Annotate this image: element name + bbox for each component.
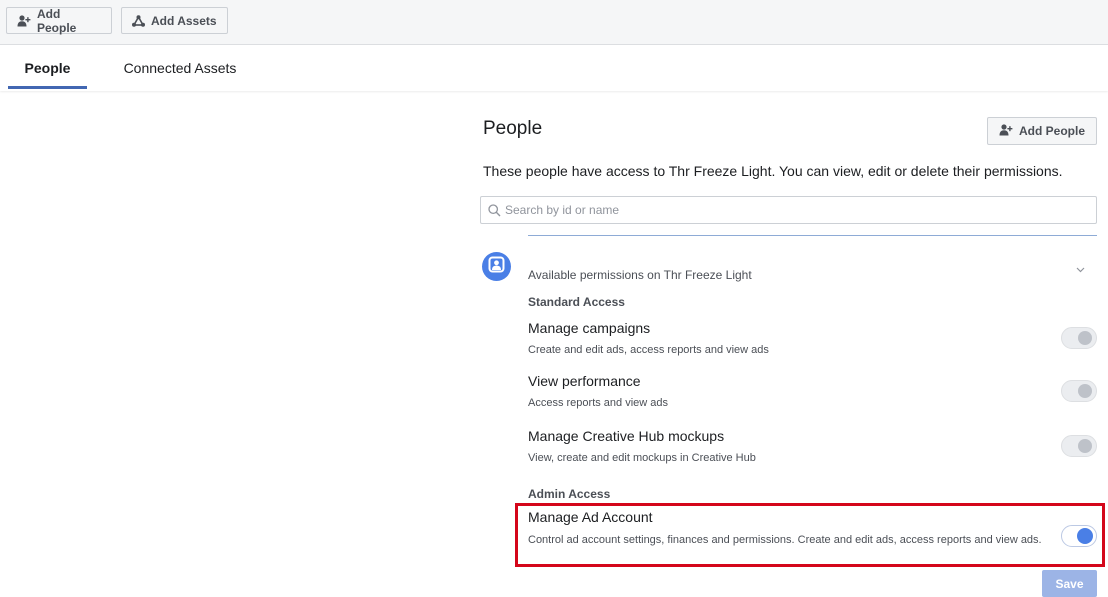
permission-title: Manage Creative Hub mockups [528, 428, 725, 444]
toggle-knob [1077, 528, 1093, 544]
toolbar-add-assets-button[interactable]: Add Assets [121, 7, 228, 34]
available-permissions-label: Available permissions on Thr Freeze Ligh… [528, 268, 752, 282]
toggle-knob [1078, 331, 1092, 345]
permission-description: Control ad account settings, finances an… [528, 534, 1042, 546]
permission-description: View, create and edit mockups in Creativ… [528, 452, 756, 464]
manage-creative-hub-toggle[interactable] [1061, 435, 1097, 457]
view-performance-toggle[interactable] [1061, 380, 1097, 402]
tab-people[interactable]: People [8, 45, 87, 91]
add-person-icon [17, 14, 31, 27]
admin-access-heading: Admin Access [528, 487, 611, 501]
page: Add People Add Assets People Connected A… [0, 0, 1108, 597]
toolbar-add-people-button[interactable]: Add People [6, 6, 112, 35]
permission-description: Access reports and view ads [528, 397, 669, 409]
top-toolbar: Add People Add Assets [0, 0, 1108, 45]
panel-title: People [483, 118, 543, 139]
add-person-icon [999, 123, 1013, 139]
search-input[interactable] [505, 197, 1090, 223]
add-people-button[interactable]: Add People [987, 117, 1097, 145]
toolbar-add-assets-label: Add Assets [151, 13, 217, 28]
permission-title: Manage campaigns [528, 320, 651, 336]
tab-bar: People Connected Assets [0, 45, 1108, 91]
permission-description: Create and edit ads, access reports and … [528, 344, 769, 356]
toolbar-add-people-label: Add People [37, 6, 77, 35]
toggle-knob [1078, 439, 1092, 453]
add-people-label: Add People [1018, 124, 1085, 138]
save-button[interactable]: Save [1042, 570, 1097, 597]
toggle-knob [1078, 384, 1092, 398]
search-box [480, 196, 1097, 224]
chevron-down-icon[interactable] [1076, 260, 1085, 278]
divider [528, 235, 1097, 236]
manage-campaigns-toggle[interactable] [1061, 327, 1097, 349]
page-profile-icon [488, 256, 505, 278]
permission-title: Manage Ad Account [528, 509, 653, 525]
avatar[interactable] [482, 252, 511, 281]
tab-connected-assets[interactable]: Connected Assets [112, 45, 248, 91]
manage-ad-account-toggle[interactable] [1061, 525, 1097, 547]
panel-description: These people have access to Thr Freeze L… [483, 163, 1063, 179]
standard-access-heading: Standard Access [528, 295, 625, 309]
permission-title: View performance [528, 373, 641, 389]
connected-nodes-icon [132, 14, 145, 27]
